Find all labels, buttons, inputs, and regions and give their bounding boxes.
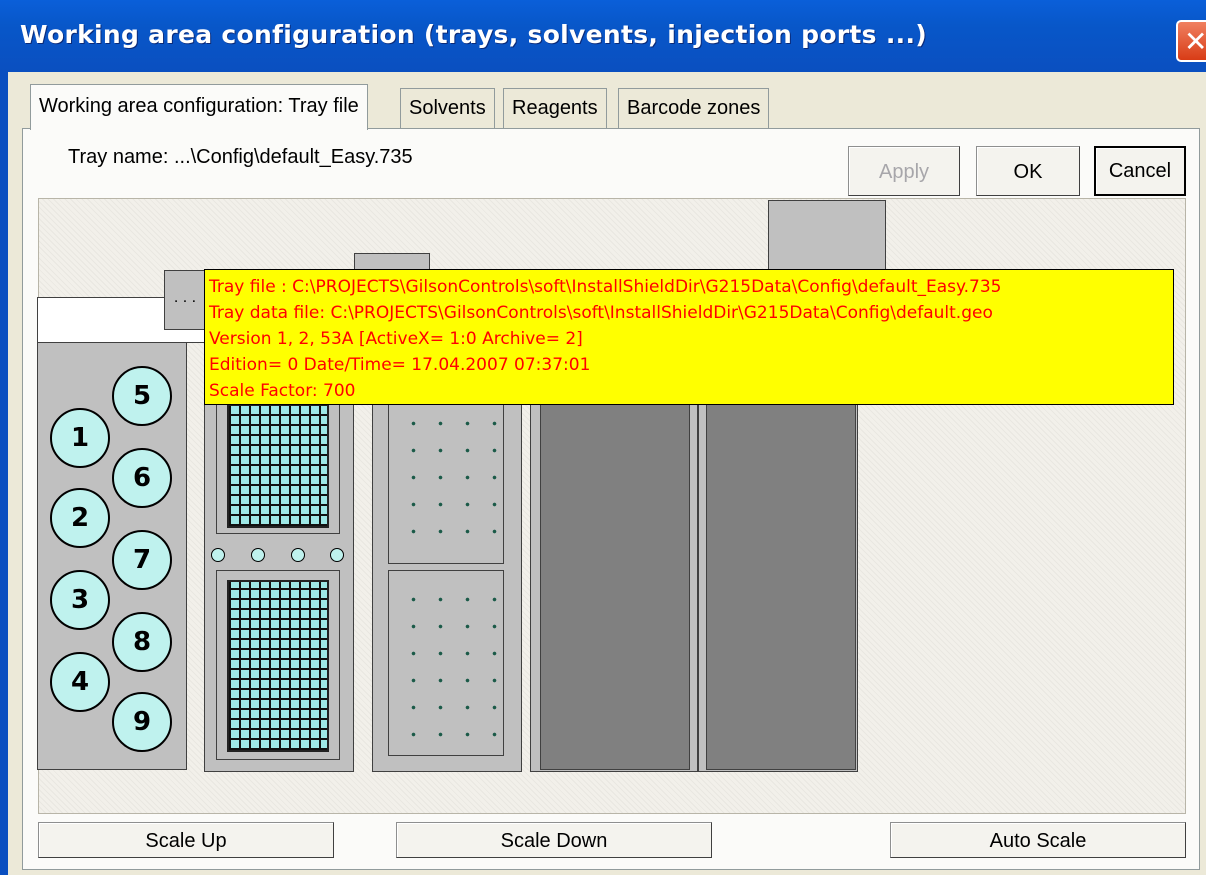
- dot-grid: [398, 580, 498, 740]
- close-icon[interactable]: ✕: [1176, 20, 1206, 62]
- scale-up-button[interactable]: Scale Up: [38, 822, 334, 858]
- tab-reagents[interactable]: Reagents: [503, 88, 607, 128]
- microplate-top[interactable]: [227, 404, 329, 528]
- tray-info-tooltip: Tray file : C:\PROJECTS\GilsonControls\s…: [204, 269, 1174, 405]
- port-circle[interactable]: [291, 548, 305, 562]
- vial-9[interactable]: 9: [112, 692, 172, 752]
- port-circle[interactable]: [330, 548, 344, 562]
- port-circle[interactable]: [251, 548, 265, 562]
- title-bar: Working area configuration (trays, solve…: [0, 0, 1206, 72]
- vial-6[interactable]: 6: [112, 448, 172, 508]
- auto-scale-button[interactable]: Auto Scale: [890, 822, 1186, 858]
- cancel-button[interactable]: Cancel: [1094, 146, 1186, 196]
- tooltip-tray-file: Tray file : C:\PROJECTS\GilsonControls\s…: [209, 277, 1002, 297]
- tooltip-scale-factor: Scale Factor: 700: [209, 381, 356, 401]
- vial-5[interactable]: 5: [112, 366, 172, 426]
- dot-grid: [398, 404, 498, 534]
- vial-4[interactable]: 4: [50, 652, 110, 712]
- tab-tray-file[interactable]: Working area configuration: Tray file: [30, 84, 368, 130]
- vial-8[interactable]: 8: [112, 612, 172, 672]
- tooltip-edition: Edition= 0 Date/Time= 17.04.2007 07:37:0…: [209, 355, 591, 375]
- tab-solvents[interactable]: Solvents: [400, 88, 495, 128]
- scale-down-button[interactable]: Scale Down: [396, 822, 712, 858]
- tab-barcode-zones[interactable]: Barcode zones: [618, 88, 770, 128]
- small-tray[interactable]: . . .: [164, 270, 206, 330]
- vial-2[interactable]: 2: [50, 488, 110, 548]
- vial-3[interactable]: 3: [50, 570, 110, 630]
- dark-tray-1[interactable]: [540, 398, 690, 770]
- port-circle[interactable]: [211, 548, 225, 562]
- tooltip-version: Version 1, 2, 53A [ActiveX= 1:0 Archive=…: [209, 329, 583, 349]
- vial-1[interactable]: 1: [50, 408, 110, 468]
- vial-7[interactable]: 7: [112, 530, 172, 590]
- microplate-bottom[interactable]: [227, 580, 329, 752]
- window-title: Working area configuration (trays, solve…: [20, 20, 927, 49]
- dark-tray-2[interactable]: [706, 398, 856, 770]
- window-frame: [0, 72, 8, 875]
- apply-button[interactable]: Apply: [848, 146, 960, 196]
- tray-name-label: Tray name: ...\Config\default_Easy.735: [68, 146, 413, 168]
- tooltip-tray-data-file: Tray data file: C:\PROJECTS\GilsonContro…: [209, 303, 993, 323]
- ok-button[interactable]: OK: [976, 146, 1080, 196]
